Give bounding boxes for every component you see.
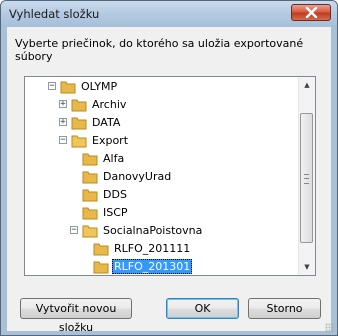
tree-vertical-scrollbar[interactable]: ▲ ▼ bbox=[298, 77, 315, 275]
folder-icon bbox=[93, 243, 109, 256]
window-title: Vyhledat složku bbox=[9, 7, 100, 21]
close-button[interactable] bbox=[291, 4, 331, 21]
expand-toggle[interactable]: + bbox=[59, 100, 67, 109]
folder-icon bbox=[71, 99, 87, 112]
scroll-thumb[interactable] bbox=[300, 113, 313, 243]
folder-icon bbox=[93, 261, 109, 274]
tree-item-dds[interactable]: DDS bbox=[25, 186, 299, 204]
tree-item-label: Export bbox=[92, 134, 129, 147]
dialog-body: Vyberte priečinok, do ktorého sa uložia … bbox=[7, 27, 331, 334]
folder-icon bbox=[60, 81, 76, 94]
folder-tree[interactable]: − OLYMP + Archiv + DATA − Export Alfa Da… bbox=[24, 76, 316, 276]
ok-button[interactable]: OK bbox=[166, 298, 239, 319]
instruction-text: Vyberte priečinok, do ktorého sa uložia … bbox=[15, 37, 304, 63]
collapse-toggle[interactable]: − bbox=[48, 82, 56, 91]
tree-item-alfa[interactable]: Alfa bbox=[25, 150, 299, 168]
folder-icon bbox=[71, 117, 87, 130]
collapse-toggle[interactable]: − bbox=[59, 136, 67, 145]
close-icon bbox=[305, 7, 318, 18]
resize-grip-icon[interactable] bbox=[325, 323, 335, 333]
folder-icon bbox=[82, 171, 98, 184]
cancel-button[interactable]: Storno bbox=[248, 298, 321, 319]
folder-icon bbox=[82, 189, 98, 202]
folder-open-icon bbox=[82, 225, 98, 238]
tree-item-danovyurad[interactable]: DanovyUrad bbox=[25, 168, 299, 186]
expand-toggle[interactable]: + bbox=[59, 118, 67, 127]
tree-item-label: SocialnaPoistovna bbox=[103, 224, 203, 237]
folder-icon bbox=[82, 153, 98, 166]
tree-item-archiv[interactable]: + Archiv bbox=[25, 96, 299, 114]
scroll-down-arrow-icon[interactable]: ▼ bbox=[299, 259, 315, 275]
folder-browser-dialog: Vyhledat složku Vyberte priečinok, do kt… bbox=[0, 0, 338, 336]
tree-item-label: DATA bbox=[92, 116, 121, 129]
folder-icon bbox=[82, 207, 98, 220]
tree-item-olymp[interactable]: − OLYMP bbox=[25, 78, 299, 96]
tree-item-label: DDS bbox=[103, 188, 127, 201]
new-folder-button[interactable]: Vytvořit novou složku bbox=[20, 298, 132, 334]
tree-item-label: ISCP bbox=[103, 206, 128, 219]
tree-item-label-selected: RLFO_201301 bbox=[112, 259, 193, 274]
tree-item-label: OLYMP bbox=[81, 80, 118, 93]
tree-item-rlfo-201301[interactable]: RLFO_201301 bbox=[25, 258, 299, 275]
tree-item-socialnapoistovna[interactable]: − SocialnaPoistovna bbox=[25, 222, 299, 240]
tree-item-label: RLFO_201111 bbox=[114, 242, 191, 255]
tree-item-export[interactable]: − Export bbox=[25, 132, 299, 150]
tree-item-rlfo-201111[interactable]: RLFO_201111 bbox=[25, 240, 299, 258]
tree-item-label: DanovyUrad bbox=[103, 170, 172, 183]
title-bar[interactable]: Vyhledat složku bbox=[1, 1, 337, 27]
folder-open-icon bbox=[71, 135, 87, 148]
tree-item-label: Alfa bbox=[103, 152, 125, 165]
collapse-toggle[interactable]: − bbox=[70, 226, 78, 235]
grip-icon bbox=[304, 174, 309, 184]
tree-item-iscp[interactable]: ISCP bbox=[25, 204, 299, 222]
tree-item-data[interactable]: + DATA bbox=[25, 114, 299, 132]
scroll-up-arrow-icon[interactable]: ▲ bbox=[299, 77, 315, 93]
tree-item-label: Archiv bbox=[92, 98, 127, 111]
